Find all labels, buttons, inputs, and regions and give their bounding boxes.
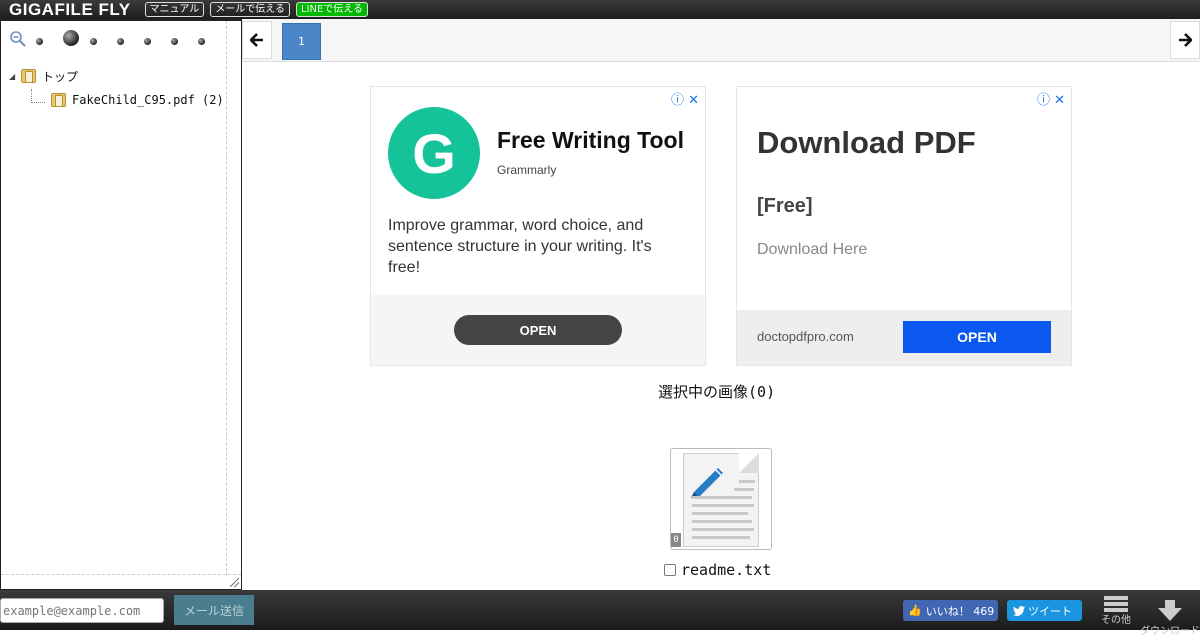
other-menu-button[interactable]: その他 (1100, 594, 1132, 626)
next-page-button[interactable] (1170, 21, 1200, 59)
zoom-out-icon[interactable] (9, 30, 36, 50)
ad-title[interactable]: Free Writing Tool (497, 127, 684, 154)
collapse-icon[interactable]: ◢ (9, 72, 17, 81)
folder-icon (21, 69, 36, 83)
bottom-bar: メール送信 👍 いいね！ 469 ツイート その他 ダウンロード (0, 590, 1200, 637)
zoom-level-dot[interactable] (36, 30, 63, 50)
prev-page-button[interactable] (242, 21, 272, 59)
folder-icon (51, 93, 66, 107)
ad-info-close-icon[interactable]: ⓘ ✕ (671, 89, 699, 108)
file-label-row: readme.txt (664, 561, 771, 579)
arrow-left-icon (250, 33, 263, 47)
selected-count: 選択中の画像(0) (658, 381, 775, 402)
file-select-checkbox[interactable] (664, 564, 676, 576)
tweet-button[interactable]: ツイート (1007, 600, 1082, 621)
ad-download-pdf[interactable]: ⓘ ✕ Download PDF [Free] Download Here do… (736, 86, 1072, 366)
ad-domain: doctopdfpro.com (757, 329, 854, 344)
share-line-button[interactable]: LINEで伝える (295, 2, 368, 17)
ad-grammarly[interactable]: ⓘ ✕ G Free Writing Tool Grammarly Improv… (370, 86, 706, 366)
zoom-slider[interactable] (9, 30, 225, 50)
zoom-level-dot-selected[interactable] (63, 30, 90, 50)
ad-open-button[interactable]: OPEN (454, 315, 622, 345)
ad-info-close-icon[interactable]: ⓘ ✕ (1037, 89, 1065, 108)
file-tree: ◢ トップ FakeChild_C95.pdf (2) (9, 64, 224, 112)
download-button[interactable]: ダウンロード (1140, 594, 1200, 637)
zoom-level-dot[interactable] (117, 30, 144, 50)
send-mail-button[interactable]: メール送信 (174, 595, 254, 625)
tree-item-pdf[interactable]: FakeChild_C95.pdf (2) (9, 88, 224, 112)
zoom-level-dot[interactable] (144, 30, 171, 50)
text-document-icon (683, 453, 759, 547)
tree-item-top[interactable]: ◢ トップ (9, 64, 224, 88)
ad-footer: doctopdfpro.com OPEN (737, 310, 1071, 365)
resize-handle-icon[interactable] (230, 578, 239, 587)
tree-item-label: トップ (42, 69, 79, 84)
menu-icon (1104, 596, 1128, 600)
facebook-like-button[interactable]: 👍 いいね！ 469 (903, 600, 998, 621)
tree-scroll-area[interactable]: ◢ トップ FakeChild_C95.pdf (2) (1, 21, 227, 576)
file-name[interactable]: readme.txt (681, 561, 771, 579)
thumbs-up-icon: 👍 (908, 604, 922, 617)
ad-footer: OPEN (371, 295, 705, 365)
ad-subtitle: Download Here (757, 241, 868, 258)
like-label: いいね！ 469 (925, 604, 995, 618)
tree-item-label: FakeChild_C95.pdf (2) (72, 93, 224, 107)
tree-branch-line (31, 89, 45, 103)
manual-button[interactable]: マニュアル (144, 2, 205, 17)
site-logo[interactable]: GIGAFILE FLY (9, 0, 131, 20)
ad-open-button[interactable]: OPEN (903, 321, 1051, 353)
ad-tag: [Free] (757, 195, 813, 217)
arrow-right-icon (1179, 33, 1192, 47)
file-thumbnail[interactable]: 0 (670, 448, 772, 550)
zoom-level-dot[interactable] (90, 30, 117, 50)
ad-body: Improve grammar, word choice, and senten… (388, 217, 652, 276)
file-tree-panel: ◢ トップ FakeChild_C95.pdf (2) (0, 19, 242, 590)
selected-count-value: (0) (748, 383, 776, 401)
ad-title[interactable]: Download PDF (757, 125, 976, 161)
download-arrow-icon (1158, 600, 1182, 621)
grammarly-logo-icon: G (388, 107, 480, 199)
other-label: その他 (1101, 615, 1131, 626)
ad-brand: Grammarly (497, 163, 557, 177)
email-input[interactable] (0, 598, 164, 623)
page-1-button[interactable]: 1 (282, 23, 321, 60)
file-index-badge: 0 (671, 533, 681, 547)
pagination-bar: 1 (242, 19, 1200, 62)
horizontal-scroll-area[interactable] (1, 574, 241, 589)
zoom-level-dot[interactable] (171, 30, 198, 50)
zoom-level-dot[interactable] (198, 30, 225, 50)
share-email-button[interactable]: メールで伝える (210, 2, 290, 17)
tweet-label: ツイート (1028, 604, 1072, 618)
top-bar: GIGAFILE FLY マニュアル メールで伝える LINEで伝える (0, 0, 1200, 19)
selected-label: 選択中の画像 (658, 383, 749, 401)
twitter-bird-icon (1013, 605, 1025, 616)
